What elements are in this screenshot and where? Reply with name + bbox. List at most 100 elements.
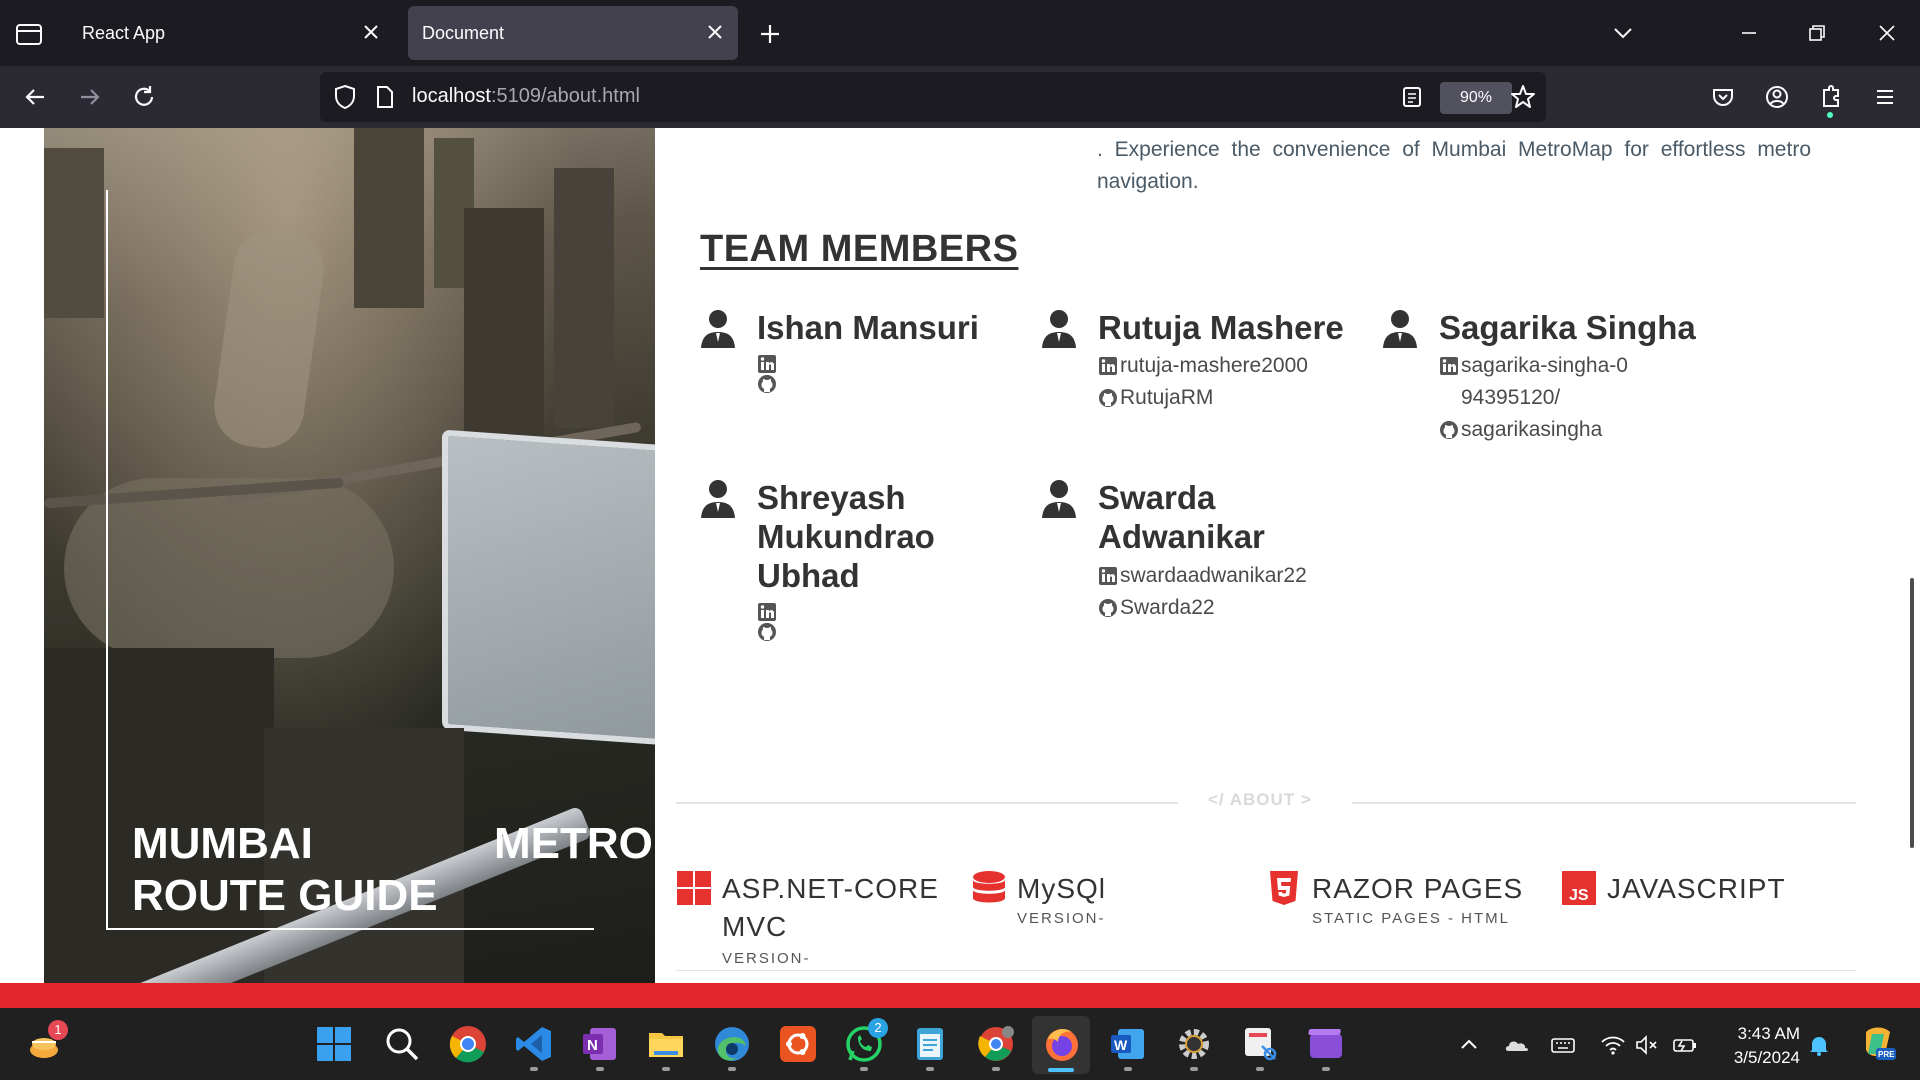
forward-icon[interactable] — [75, 82, 105, 112]
extension-status-dot — [1827, 112, 1833, 118]
tab-react-app[interactable]: React App — [68, 6, 394, 60]
clipchamp-icon[interactable] — [1306, 1024, 1346, 1064]
chrome-profile-icon[interactable] — [976, 1024, 1016, 1064]
url-host: localhost — [412, 85, 491, 107]
minimize-icon[interactable] — [1734, 18, 1764, 48]
word-icon[interactable]: W — [1108, 1024, 1148, 1064]
app-running-indicator — [662, 1067, 670, 1071]
chevron-up-icon[interactable] — [1456, 1032, 1482, 1058]
github-icon — [1440, 421, 1458, 439]
svg-text:W: W — [1114, 1037, 1128, 1053]
clock-time: 3:43 AM — [1737, 1024, 1800, 1043]
copilot-icon[interactable]: PRE — [1858, 1024, 1898, 1064]
linkedin-link[interactable] — [757, 600, 1017, 621]
notification-badge: 1 — [48, 1020, 68, 1040]
tab-label: Document — [422, 22, 505, 43]
ubuntu-icon[interactable] — [778, 1024, 818, 1064]
app-running-indicator — [1124, 1067, 1132, 1071]
tech-name: JAVASCRIPT — [1607, 873, 1786, 904]
divider — [676, 970, 1856, 971]
account-icon[interactable] — [1762, 82, 1792, 112]
hero-title-word: MUMBAI — [132, 819, 313, 868]
github-handle: Swarda22 — [1120, 596, 1215, 619]
linkedin-icon — [1099, 357, 1117, 375]
extensions-icon[interactable] — [1816, 82, 1846, 112]
linkedin-link[interactable]: sagarika-singha-094395120/ — [1439, 350, 1639, 414]
file-explorer-icon[interactable] — [646, 1024, 686, 1064]
list-all-tabs-icon[interactable] — [1608, 18, 1638, 48]
notification-bell-icon[interactable] — [1806, 1032, 1832, 1058]
hero-image: MUMBAI METRO ROUTE GUIDE — [44, 128, 655, 983]
tab-overview-icon[interactable] — [14, 20, 44, 48]
app-running-indicator — [1190, 1067, 1198, 1071]
vscode-icon[interactable] — [514, 1024, 554, 1064]
github-handle: RutujaRM — [1120, 386, 1214, 409]
system-clock[interactable]: 3:43 AM 3/5/2024 — [1722, 1022, 1800, 1070]
member-name: Rutuja Mashere — [1098, 309, 1344, 346]
linkedin-handle: sagarika-singha-094395120/ — [1461, 354, 1628, 409]
github-link[interactable]: RutujaRM — [1098, 382, 1358, 414]
tech-name: RAZOR PAGES — [1312, 873, 1524, 904]
volume-muted-icon[interactable] — [1634, 1032, 1660, 1058]
github-link[interactable]: sagarikasingha — [1439, 414, 1639, 446]
github-link[interactable]: Swarda22 — [1098, 592, 1358, 624]
notepad-icon[interactable] — [910, 1024, 950, 1064]
linkedin-link[interactable]: swardaadwanikar22 — [1098, 560, 1358, 592]
wifi-icon[interactable] — [1600, 1032, 1626, 1058]
linkedin-handle: rutuja-mashere2000 — [1120, 354, 1308, 377]
pocket-icon[interactable] — [1708, 82, 1738, 112]
zoom-indicator[interactable]: 90% — [1440, 82, 1512, 114]
tab-document[interactable]: Document — [408, 6, 738, 60]
new-tab-icon[interactable] — [756, 20, 784, 48]
keyboard-icon[interactable] — [1550, 1032, 1576, 1058]
linkedin-link[interactable]: rutuja-mashere2000 — [1098, 350, 1358, 382]
scrollbar-thumb[interactable] — [1910, 578, 1914, 848]
close-tab-icon[interactable] — [704, 21, 726, 43]
snipping-tool-icon[interactable] — [1240, 1024, 1280, 1064]
github-icon — [758, 375, 776, 393]
search-icon[interactable] — [382, 1024, 422, 1064]
reader-view-icon[interactable] — [1400, 85, 1424, 109]
windows-taskbar: 1 N 2 W 3:43 AM 3/5/2024 PRE — [0, 1008, 1920, 1080]
database-icon — [973, 871, 1005, 903]
back-icon[interactable] — [20, 82, 50, 112]
start-icon[interactable] — [314, 1024, 354, 1064]
user-icon — [1042, 310, 1076, 348]
onenote-icon[interactable]: N — [580, 1024, 620, 1064]
address-bar[interactable]: localhost:5109/about.html 90% — [320, 72, 1546, 122]
github-link[interactable] — [757, 620, 1017, 641]
reload-icon[interactable] — [129, 82, 159, 112]
close-window-icon[interactable] — [1872, 18, 1902, 48]
linkedin-link[interactable] — [757, 352, 1017, 373]
hero-frame-line — [106, 928, 594, 930]
member-links: sagarika-singha-094395120/ sagarikasingh… — [1439, 350, 1639, 446]
member-links: swardaadwanikar22 Swarda22 — [1098, 560, 1358, 624]
windows-icon — [677, 871, 711, 905]
about-label: </ ABOUT > — [1208, 790, 1312, 809]
github-handle: sagarikasingha — [1461, 418, 1603, 441]
divider — [676, 802, 1178, 804]
hero-title-line: ROUTE GUIDE — [132, 871, 438, 920]
url-text[interactable]: localhost:5109/about.html — [412, 85, 640, 108]
shield-icon[interactable] — [332, 83, 358, 111]
chrome-icon[interactable] — [448, 1024, 488, 1064]
hero-title-word: METRO — [494, 819, 653, 868]
js-icon: JS — [1562, 871, 1596, 905]
tab-bar: React App Document — [0, 0, 1920, 66]
restore-icon[interactable] — [1802, 18, 1832, 48]
user-icon — [701, 310, 735, 348]
app-running-indicator — [926, 1067, 934, 1071]
edge-icon[interactable] — [712, 1024, 752, 1064]
page-icon[interactable] — [374, 84, 396, 110]
member-name: Ishan Mansuri — [757, 309, 979, 346]
github-link[interactable] — [757, 372, 1017, 393]
close-tab-icon[interactable] — [360, 21, 382, 43]
html5-icon — [1270, 871, 1298, 905]
onedrive-icon[interactable] — [1504, 1032, 1530, 1058]
settings-gear-icon[interactable] — [1174, 1024, 1214, 1064]
user-icon — [701, 480, 735, 518]
firefox-icon[interactable] — [1042, 1024, 1082, 1064]
bookmark-star-icon[interactable] — [1510, 84, 1536, 110]
menu-icon[interactable] — [1870, 82, 1900, 112]
battery-icon[interactable] — [1672, 1032, 1698, 1058]
